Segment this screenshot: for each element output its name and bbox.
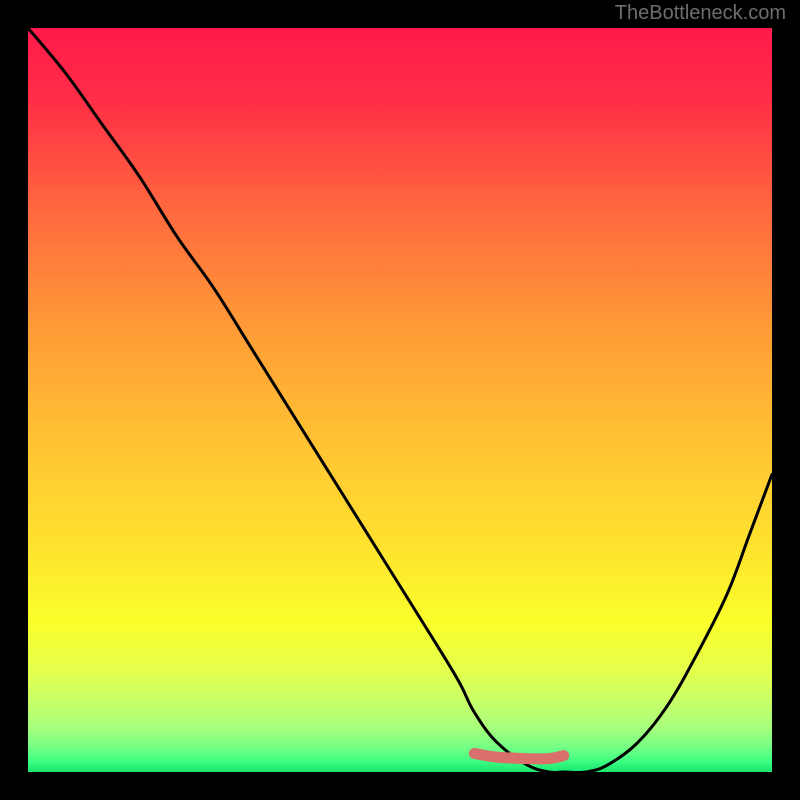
chart-frame: TheBottleneck.com — [0, 0, 800, 800]
chart-plot-area — [28, 28, 772, 772]
chart-svg — [28, 28, 772, 772]
watermark-text: TheBottleneck.com — [615, 2, 786, 25]
optimal-range-marker — [474, 753, 563, 759]
bottleneck-curve — [28, 28, 772, 772]
